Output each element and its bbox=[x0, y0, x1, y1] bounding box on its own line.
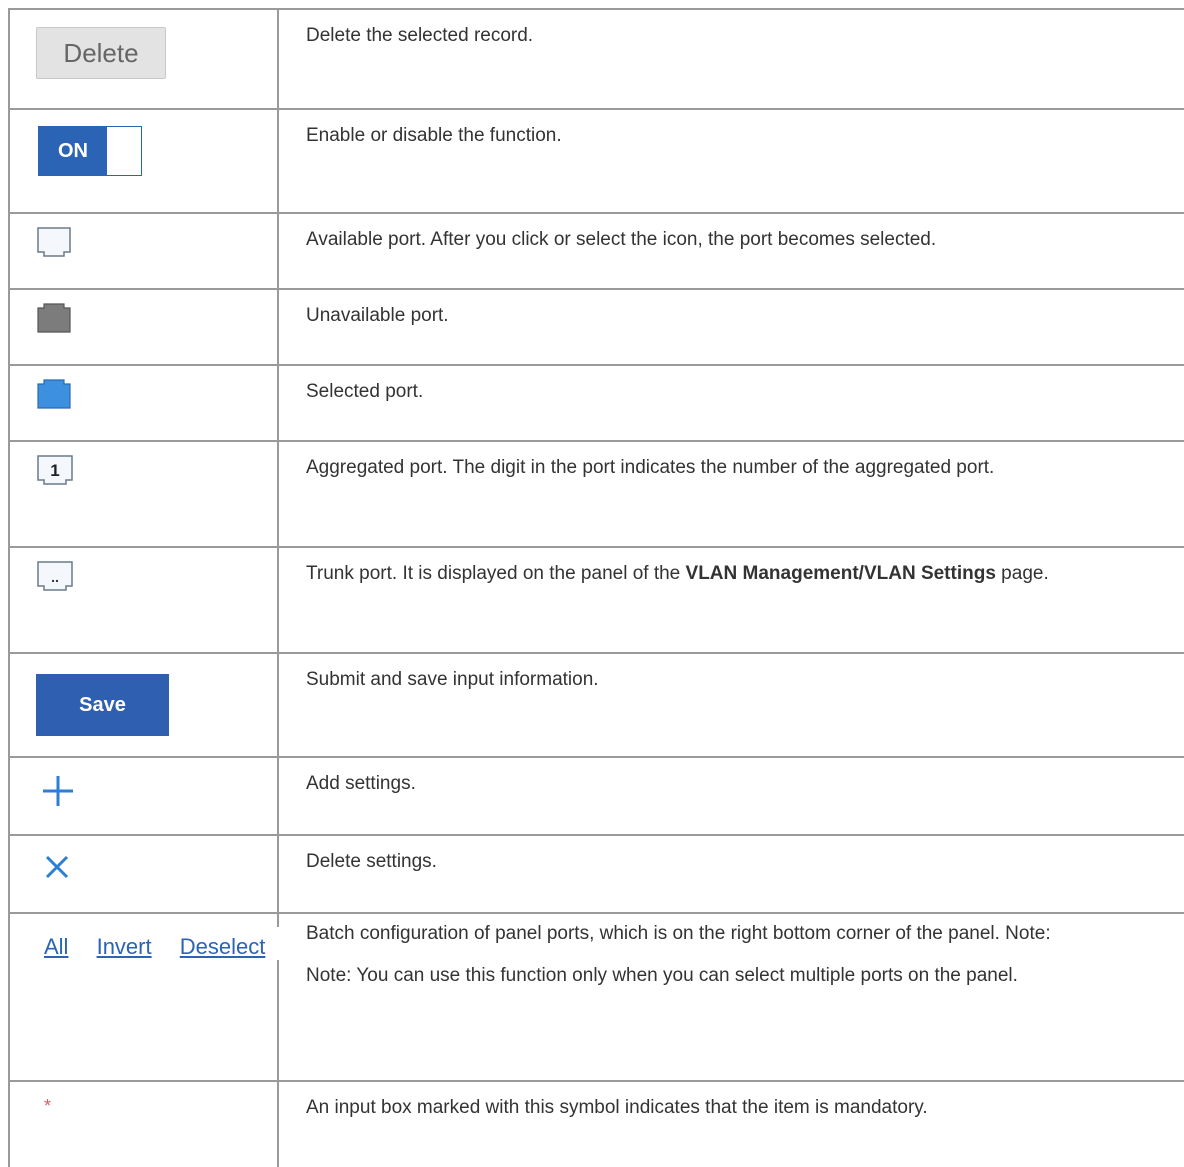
table-row: Available port. After you click or selec… bbox=[8, 212, 1184, 288]
port-unavailable-icon bbox=[37, 303, 71, 333]
table-row: ON Enable or disable the function. bbox=[8, 108, 1184, 212]
table-row: Save Submit and save input information. bbox=[8, 652, 1184, 756]
table-row: * An input box marked with this symbol i… bbox=[8, 1080, 1184, 1149]
invert-selection-link[interactable]: Invert bbox=[97, 934, 152, 959]
toggle-on-label: ON bbox=[39, 127, 107, 175]
plus-icon[interactable] bbox=[41, 774, 75, 808]
batch-selection-links: All Invert Deselect bbox=[44, 934, 292, 960]
row-description: Aggregated port. The digit in the port i… bbox=[306, 457, 995, 478]
deselect-link[interactable]: Deselect bbox=[180, 934, 266, 959]
row-description: Delete the selected record. bbox=[306, 25, 534, 46]
port-trunk-icon[interactable]: .. bbox=[36, 560, 76, 592]
close-icon[interactable] bbox=[44, 854, 70, 880]
row-description: Batch configuration of panel ports, whic… bbox=[306, 918, 1184, 992]
row-note: Note: You can use this function only whe… bbox=[306, 965, 1018, 986]
delete-button[interactable]: Delete bbox=[36, 27, 166, 79]
row-description: Delete settings. bbox=[306, 851, 437, 872]
trunk-mark: .. bbox=[51, 569, 59, 585]
table-row: Selected port. bbox=[8, 364, 1184, 440]
row-description: An input box marked with this symbol ind… bbox=[306, 1097, 928, 1118]
row-description: Available port. After you click or selec… bbox=[306, 229, 937, 250]
port-number: 1 bbox=[50, 461, 59, 480]
save-button[interactable]: Save bbox=[36, 674, 169, 736]
table-row: 1 Aggregated port. The digit in the port… bbox=[8, 440, 1184, 546]
select-all-link[interactable]: All bbox=[44, 934, 68, 959]
on-off-toggle[interactable]: ON bbox=[38, 126, 142, 176]
table-row: Delete Delete the selected record. bbox=[8, 8, 1184, 108]
menu-path: VLAN Management/VLAN Settings bbox=[685, 563, 996, 584]
port-aggregated-icon[interactable]: 1 bbox=[36, 454, 74, 486]
table-row: Delete settings. bbox=[8, 834, 1184, 912]
row-description: Add settings. bbox=[306, 773, 416, 794]
row-description: Unavailable port. bbox=[306, 305, 449, 326]
port-selected-icon[interactable] bbox=[36, 378, 72, 410]
table-row: All Invert Deselect Batch configuration … bbox=[8, 912, 1184, 1080]
row-description: Enable or disable the function. bbox=[306, 125, 562, 146]
row-description: Trunk port. It is displayed on the panel… bbox=[306, 563, 1049, 584]
table-row: .. Trunk port. It is displayed on the pa… bbox=[8, 546, 1184, 652]
column-divider bbox=[277, 8, 279, 927]
port-available-icon[interactable] bbox=[36, 226, 72, 258]
column-divider bbox=[277, 960, 279, 1167]
table-row: Add settings. bbox=[8, 756, 1184, 834]
icon-description-table: Delete Delete the selected record. ON En… bbox=[8, 8, 1184, 1149]
row-description: Selected port. bbox=[306, 381, 424, 402]
required-asterisk: * bbox=[44, 1096, 52, 1116]
row-description: Submit and save input information. bbox=[306, 669, 599, 690]
table-row: Unavailable port. bbox=[8, 288, 1184, 364]
